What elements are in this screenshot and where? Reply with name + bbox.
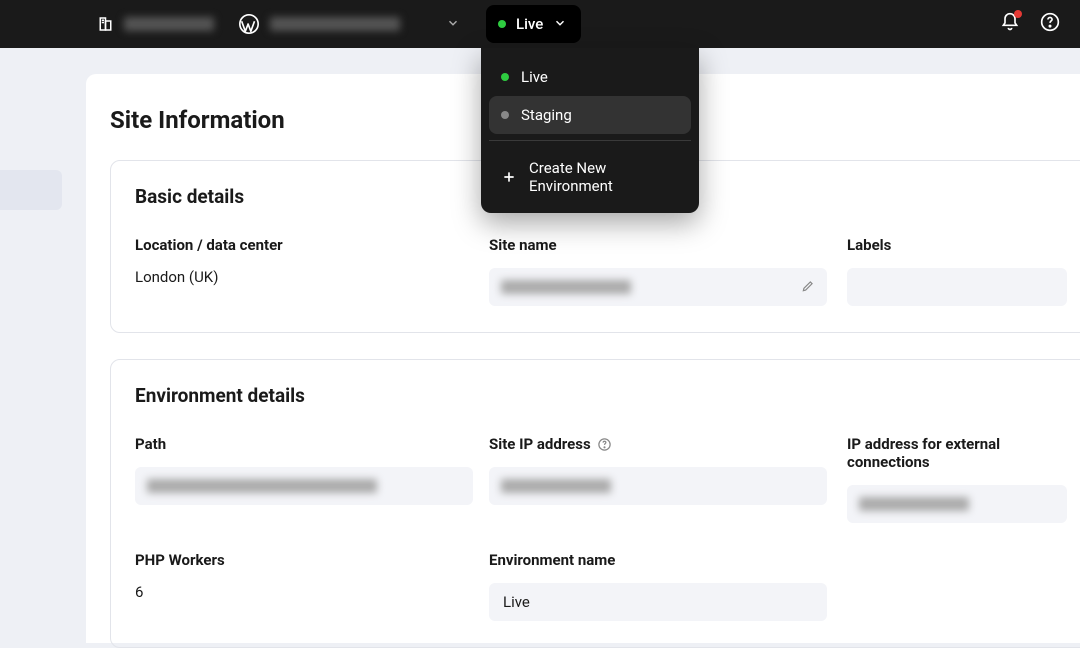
siteip-label-text: Site IP address [489, 435, 591, 453]
create-environment-label: Create New Environment [529, 159, 679, 195]
topbar-right [1000, 12, 1060, 36]
sidebar-active-item[interactable] [0, 170, 62, 210]
site-chevron-down-icon[interactable] [446, 15, 460, 34]
notification-badge-icon [1014, 10, 1022, 18]
environment-option-label: Staging [521, 106, 572, 124]
labels-label: Labels [847, 236, 1075, 254]
environment-selector[interactable]: Live [486, 5, 581, 43]
plus-icon [501, 169, 517, 185]
environment-current-label: Live [516, 15, 543, 33]
extip-value-redacted [859, 497, 969, 511]
environment-dropdown: Live Staging Create New Environment [481, 48, 699, 213]
status-dot-green-icon [501, 73, 509, 81]
workers-label: PHP Workers [135, 551, 489, 569]
status-dot-green-icon [498, 20, 506, 28]
location-label: Location / data center [135, 236, 489, 254]
environment-details-title: Environment details [135, 384, 1075, 407]
status-dot-grey-icon [501, 111, 509, 119]
company-name-redacted [124, 17, 214, 31]
dropdown-separator [489, 140, 691, 141]
topbar: Live [0, 0, 1080, 48]
notifications-button[interactable] [1000, 12, 1020, 36]
siteip-label: Site IP address [489, 435, 847, 453]
envname-value: Live [503, 593, 530, 611]
labels-input[interactable] [847, 268, 1067, 306]
envname-label: Environment name [489, 551, 847, 569]
location-value: London (UK) [135, 268, 489, 286]
path-label: Path [135, 435, 489, 453]
sitename-value-redacted [501, 280, 631, 294]
environment-details-card: Environment details Path Site IP address [110, 359, 1080, 648]
environment-option-live[interactable]: Live [489, 58, 691, 96]
envname-input[interactable]: Live [489, 583, 827, 621]
path-value-redacted [147, 479, 377, 493]
create-environment-button[interactable]: Create New Environment [489, 147, 691, 207]
help-button[interactable] [1040, 12, 1060, 36]
sitename-label: Site name [489, 236, 847, 254]
siteip-input[interactable] [489, 467, 827, 505]
siteip-value-redacted [501, 479, 611, 493]
environment-option-staging[interactable]: Staging [489, 96, 691, 134]
chevron-down-icon [553, 15, 567, 34]
sitename-input[interactable] [489, 268, 827, 306]
workers-value: 6 [135, 583, 489, 601]
path-input[interactable] [135, 467, 473, 505]
site-name-redacted [270, 17, 400, 31]
wordpress-icon[interactable] [238, 13, 260, 35]
help-circle-icon[interactable] [597, 437, 612, 452]
extip-label: IP address for external connections [847, 435, 1075, 471]
pencil-icon[interactable] [801, 278, 815, 297]
environment-option-label: Live [521, 68, 548, 86]
extip-input[interactable] [847, 485, 1067, 523]
company-icon [98, 15, 116, 33]
